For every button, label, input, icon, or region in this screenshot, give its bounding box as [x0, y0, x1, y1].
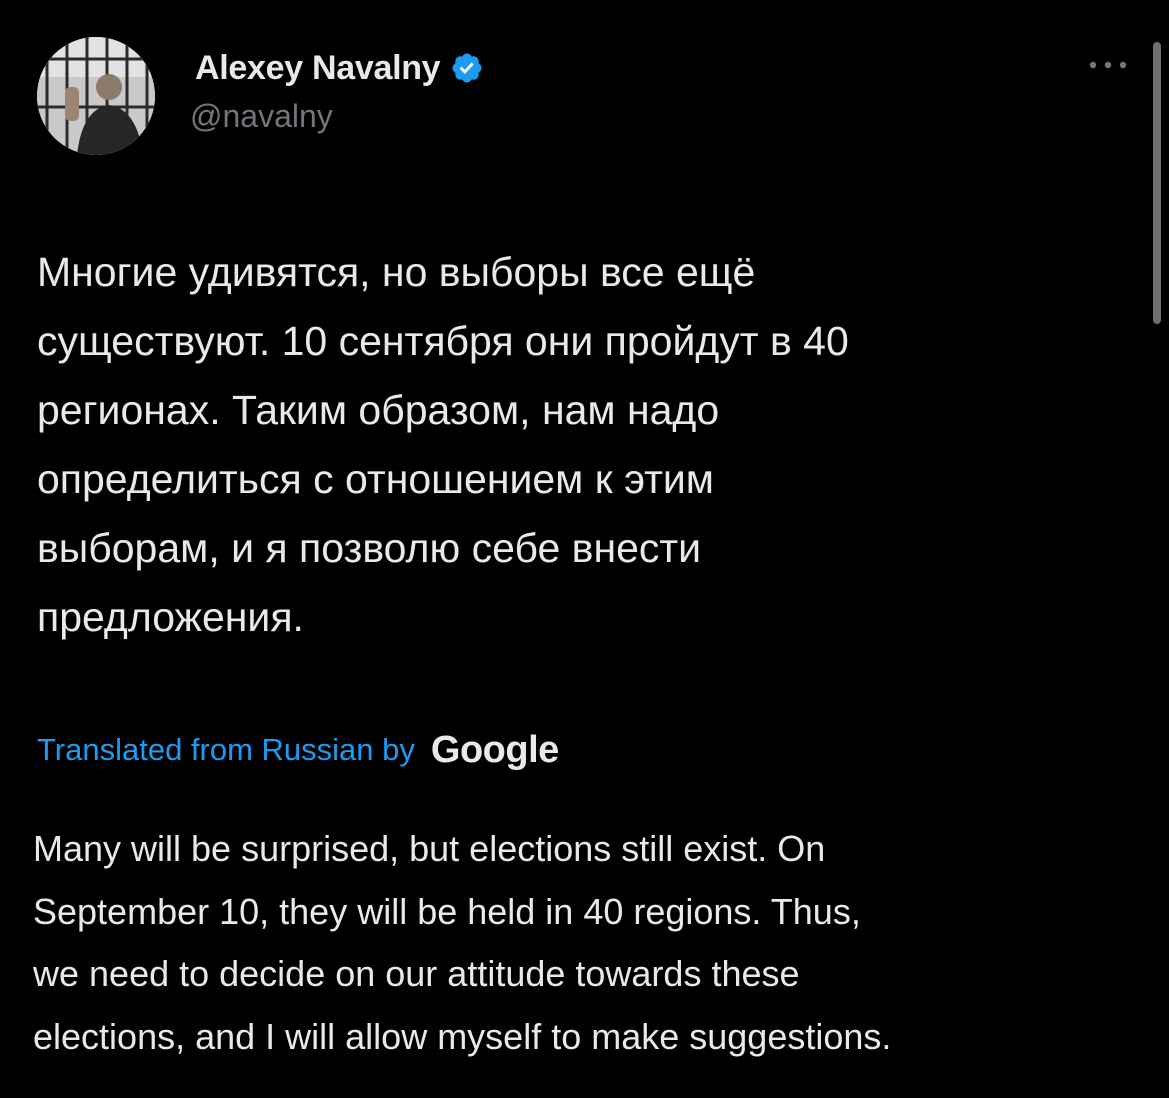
verified-badge-icon [452, 53, 482, 83]
translated-text-line: we need to decide on our attitude toward… [33, 953, 800, 994]
translation-attribution: Translated from Russian by Google [37, 722, 559, 778]
translated-text-line: September 10, they will be held in 40 re… [33, 890, 861, 932]
translated-from-link[interactable]: Translated from Russian by [37, 732, 415, 768]
author-header: Alexey Navalny [195, 44, 484, 92]
google-logo: Google [430, 728, 559, 771]
translated-tweet-text: Many will be surprised, but elections st… [33, 818, 1133, 1068]
profile-photo-icon [37, 37, 155, 155]
tweet-text-line: Многие удивятся, но выборы все ещё [37, 249, 756, 295]
tweet-text-line: существуют. 10 сентября они пройдут в 40 [37, 318, 849, 364]
tweet-text: Многие удивятся, но выборы все ещё сущес… [37, 238, 1117, 652]
more-options-button[interactable] [1084, 50, 1132, 80]
author-name[interactable]: Alexey Navalny [195, 49, 441, 88]
scrollbar-thumb[interactable] [1153, 42, 1161, 324]
author-handle[interactable]: @navalny [190, 98, 333, 135]
translated-text-line: Many will be surprised, but elections st… [33, 828, 826, 869]
translated-text-line: elections, and I will allow myself to ma… [33, 1015, 892, 1057]
avatar[interactable] [37, 37, 155, 155]
tweet-text-line: регионах. Таким образом, нам надо [37, 387, 720, 433]
more-horizontal-icon [1089, 61, 1127, 69]
tweet-text-line: выборам, и я позволю себе внести [37, 525, 702, 571]
tweet-text-line: определиться с отношением к этим [37, 456, 714, 502]
tweet-text-line: предложения. [37, 594, 304, 640]
